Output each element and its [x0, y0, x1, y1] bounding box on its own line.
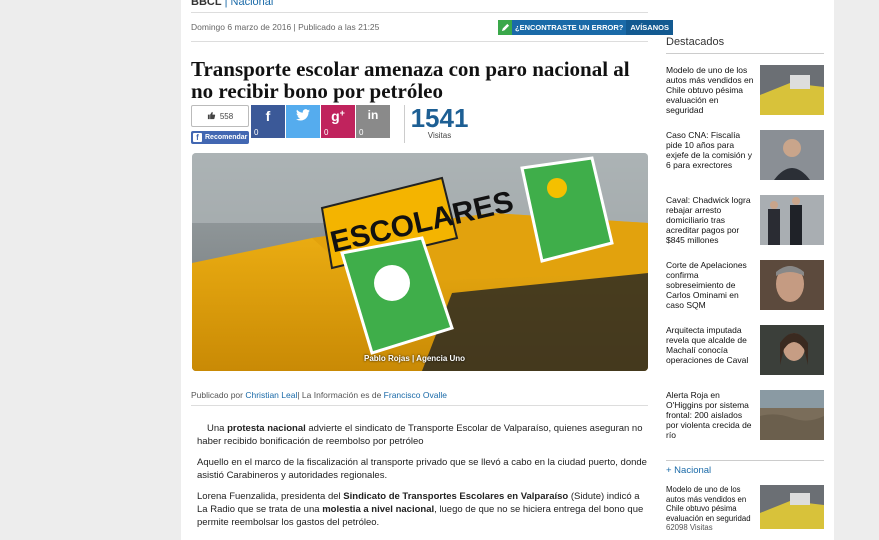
sidebar-item-title: Modelo de uno de los autos más vendidos …: [666, 485, 751, 523]
like-button[interactable]: 558: [191, 105, 249, 127]
recommend-label: Recomendar: [205, 134, 248, 141]
pencil-icon: [498, 20, 512, 35]
report-error-button[interactable]: ¿ENCONTRASTE UN ERROR? AVÍSANOS: [498, 20, 673, 35]
paragraph: Aquello en el marco de la fiscalización …: [197, 457, 647, 481]
people-walking-thumbnail: [760, 195, 824, 245]
recommend-button[interactable]: f Recomendar: [191, 131, 249, 144]
thumbs-up-icon: [207, 111, 216, 122]
sidebar-item[interactable]: Corte de Apelaciones confirma sobreseimi…: [666, 260, 824, 312]
byline-middle: | La Información es de: [297, 390, 382, 400]
linkedin-share-count: 0: [359, 128, 364, 137]
googleplus-share-count: 0: [324, 128, 329, 137]
article-body: Una protesta nacional advierte el sindic…: [197, 422, 647, 537]
visit-count: 1541: [410, 103, 469, 133]
site-abbrev: BBCL: [191, 0, 222, 8]
sidebar: Destacados Modelo de uno de los autos má…: [666, 36, 824, 532]
sidebar-item[interactable]: Caval: Chadwick logra rebajar arresto do…: [666, 195, 824, 247]
divider: [191, 12, 648, 13]
divider: [191, 405, 648, 406]
source-link[interactable]: Francisco Ovalle: [384, 390, 447, 400]
text-run: Lorena Fuenzalida, presidenta del: [197, 491, 344, 502]
facebook-icon: f: [193, 133, 202, 142]
article-title: Transporte escolar amenaza con paro naci…: [191, 57, 630, 103]
paragraph: Una protesta nacional advierte el sindic…: [197, 422, 647, 448]
sidebar-item-text: Modelo de uno de los autos más vendidos …: [666, 485, 758, 533]
section-link[interactable]: Nacional: [231, 0, 274, 8]
sidebar-item[interactable]: Alerta Roja en O'Higgins por sistema fro…: [666, 390, 824, 442]
sidebar-item-text: Alerta Roja en O'Higgins por sistema fro…: [666, 390, 752, 440]
report-error-label: ¿ENCONTRASTE UN ERROR?: [512, 20, 627, 35]
sidebar-item-text: Corte de Apelaciones confirma sobreseimi…: [666, 260, 747, 310]
sidebar-item[interactable]: Modelo de uno de los autos más vendidos …: [666, 485, 824, 537]
bold-text: protesta nacional: [227, 423, 306, 434]
linkedin-icon: in: [367, 108, 379, 122]
school-van-image: ESCOLARES: [192, 153, 648, 371]
crash-test-thumbnail: [760, 65, 824, 115]
sidebar-item-text: Arquitecta imputada revela que alcalde d…: [666, 325, 749, 365]
publish-date: Domingo 6 marzo de 2016 | Publicado a la…: [191, 22, 380, 32]
like-count: 558: [219, 111, 234, 121]
bold-text: molestia a nivel nacional: [322, 504, 435, 515]
divider: [191, 41, 648, 42]
sidebar-heading: Destacados: [666, 36, 824, 54]
twitter-icon: [286, 108, 320, 124]
man-portrait-thumbnail: [760, 260, 824, 310]
text-run: Una: [207, 423, 228, 434]
flooded-river-thumbnail: [760, 390, 824, 440]
twitter-share-button[interactable]: [286, 105, 320, 138]
author-link[interactable]: Christian Leal: [245, 390, 297, 400]
linkedin-share-button[interactable]: in 0: [356, 105, 390, 138]
googleplus-icon: g+: [331, 108, 345, 124]
sidebar-item-visits: 62098 Visitas: [666, 523, 713, 532]
sidebar-item[interactable]: Modelo de uno de los autos más vendidos …: [666, 65, 824, 117]
facebook-share-count: 0: [254, 128, 259, 137]
byline-prefix: Publicado por: [191, 390, 243, 400]
crash-test-thumbnail: [760, 485, 824, 529]
report-error-action: AVÍSANOS: [626, 20, 673, 35]
byline: Publicado por Christian Leal| La Informa…: [191, 390, 447, 400]
facebook-share-button[interactable]: f 0: [251, 105, 285, 138]
nacional-section-link[interactable]: + Nacional: [666, 460, 824, 476]
sidebar-item-text: Caval: Chadwick logra rebajar arresto do…: [666, 195, 751, 245]
visit-counter: 1541 Visitas: [404, 105, 474, 143]
sidebar-item[interactable]: Caso CNA: Fiscalía pide 10 años para exj…: [666, 130, 824, 182]
paragraph: Lorena Fuenzalida, presidenta del Sindic…: [197, 490, 647, 529]
photo-credit: Pablo Rojas | Agencia Uno: [364, 354, 466, 363]
section-breadcrumb: BBCL | Nacional: [191, 0, 273, 10]
googleplus-share-button[interactable]: g+ 0: [321, 105, 355, 138]
woman-portrait-thumbnail: [760, 325, 824, 375]
facebook-icon: f: [265, 108, 271, 124]
sidebar-item[interactable]: Arquitecta imputada revela que alcalde d…: [666, 325, 824, 377]
sidebar-item-text: Caso CNA: Fiscalía pide 10 años para exj…: [666, 130, 752, 170]
person-portrait-thumbnail: [760, 130, 824, 180]
sidebar-item-text: Modelo de uno de los autos más vendidos …: [666, 65, 754, 115]
bold-text: Sindicato de Transportes Escolares en Va…: [343, 491, 569, 502]
page: BBCL | Nacional Domingo 6 marzo de 2016 …: [181, 0, 834, 540]
article-photo: ESCOLARES Pablo Rojas | Agencia Uno: [192, 153, 648, 371]
